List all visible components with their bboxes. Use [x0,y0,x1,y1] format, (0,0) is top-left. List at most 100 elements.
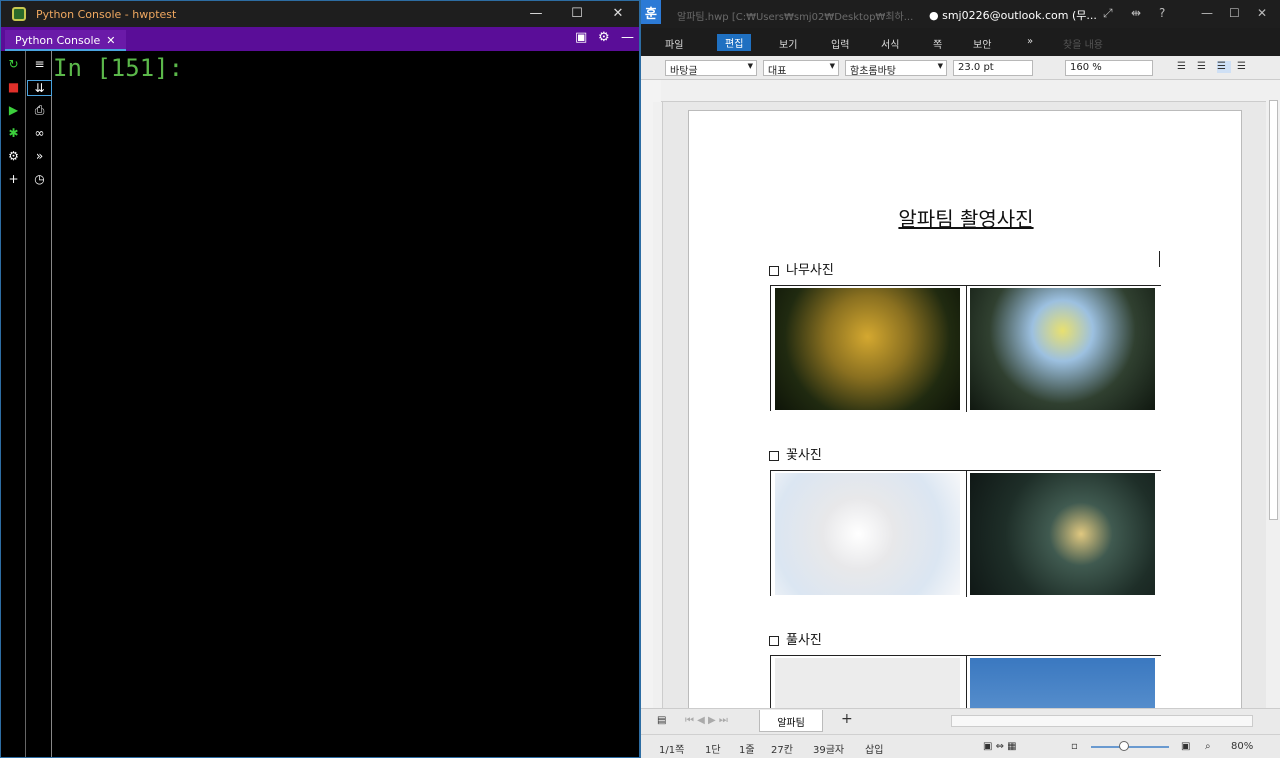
style-select[interactable]: 바탕글 ▼ [665,60,757,77]
zoom-percent[interactable]: 80% [1231,741,1253,752]
debug-icon[interactable]: ✱ [1,126,26,140]
photo-blue-sky [970,658,1155,708]
more-menu-icon[interactable]: » [1027,36,1033,47]
hide-icon[interactable]: — [621,30,634,45]
layout-icon[interactable]: ▣ [575,30,587,45]
scroll-thumb[interactable] [1269,100,1278,520]
align-left-icon[interactable]: ☰ [1197,61,1211,73]
settings-icon[interactable]: ⚙ [1,149,26,163]
font-name-select[interactable]: 함초롬바탕 ▼ [845,60,947,77]
tab-python-console[interactable]: Python Console ✕ [5,30,126,51]
rerun-icon[interactable]: ↻ [1,57,26,71]
minimize-icon[interactable]: — [526,6,546,21]
hwp-titlebar: 훈 알파팀.hwp [C:₩Users₩smj02₩Desktop₩최하... … [641,0,1280,28]
photo-maple-leaves [775,288,960,410]
align-justify-icon[interactable]: ☰ [1177,61,1191,73]
status-mode[interactable]: 삽입 [865,741,883,756]
menu-bar: 파일 편집 보기 입력 서식 쪽 보안 » 찾을 내용 [641,28,1280,56]
tab-nav-icon[interactable]: ⏮ ◀ ▶ ⏭ [685,715,728,726]
maximize-icon[interactable]: ☐ [1229,6,1240,20]
font-name-value: 함초롬바탕 [850,66,896,77]
console-tabbar: Python Console ✕ ▣ ⚙ — [1,27,639,51]
gear-icon[interactable]: ⚙ [598,30,610,45]
history-forward-icon[interactable]: » [27,149,52,163]
section-heading: 꽃사진 [769,444,822,463]
font-size-field[interactable]: 23.0 pt [953,60,1033,76]
document-area: 알파팀 촬영사진 나무사진 꽃사진 풀사진 [663,102,1266,708]
menu-file[interactable]: 파일 [665,36,683,51]
split-icon[interactable]: ⇹ [1131,6,1141,20]
search-field[interactable]: 찾을 내용 [1063,36,1103,51]
tab-close-icon[interactable]: ✕ [106,34,115,47]
document-path: 알파팀.hwp [C:₩Users₩smj02₩Desktop₩최하... [677,12,914,23]
stop-icon[interactable]: ■ [1,80,26,94]
python-console-window: Python Console - hwptest — ☐ ✕ Python Co… [0,0,640,758]
history-clock-icon[interactable]: ◷ [27,172,52,186]
style-value: 바탕글 [670,66,698,77]
status-cell: 27칸 [771,745,793,756]
status-chars: 39글자 [813,745,845,756]
font-lang-value: 대표 [768,66,787,77]
font-lang-select[interactable]: 대표 ▼ [763,60,839,77]
close-icon[interactable]: ✕ [608,6,628,21]
menu-format[interactable]: 서식 [881,36,899,51]
text-cursor-icon [1159,251,1166,267]
print-icon[interactable]: ⎙ [27,103,52,118]
menu-security[interactable]: 보안 [973,36,991,51]
zoom-slider[interactable] [1091,746,1169,748]
section-label: 나무사진 [786,263,834,278]
zoom-slider-thumb[interactable] [1119,741,1129,751]
menu-page[interactable]: 쪽 [933,36,942,51]
sheet-tab[interactable]: 알파팀 [759,710,823,732]
hwp-logo-icon: 훈 [641,0,661,24]
python-console-titlebar: Python Console - hwptest — ☐ ✕ [1,1,639,27]
menu-edit[interactable]: 편집 [717,34,752,51]
photo-daisies [970,473,1155,595]
document-page[interactable]: 알파팀 촬영사진 나무사진 꽃사진 풀사진 [688,110,1242,708]
console-prompt[interactable]: In [151]: [53,54,183,82]
add-icon[interactable]: + [1,172,26,186]
chevron-down-icon: ▼ [747,62,753,70]
photo-white-blossom [775,473,960,595]
font-size-unit: pt [983,62,994,73]
sheet-tabs-bar: ▤ ⏮ ◀ ▶ ⏭ 알파팀 + [641,708,1280,734]
sheet-icon[interactable]: ▤ [657,715,666,726]
cell-divider [966,286,967,412]
horizontal-ruler[interactable] [661,80,1266,102]
horizontal-scrollbar[interactable] [951,715,1253,727]
zoom-in-icon[interactable]: ▣ [1181,741,1190,752]
add-tab-icon[interactable]: + [841,711,853,727]
menu-insert[interactable]: 입력 [831,36,849,51]
align-center-icon[interactable]: ☰ [1217,61,1231,73]
align-right-icon[interactable]: ☰ [1237,61,1251,73]
checkbox-icon [769,450,779,461]
close-icon[interactable]: ✕ [1257,6,1267,20]
section-heading: 나무사진 [769,259,834,278]
scroll-to-end-icon[interactable]: ⇊ [27,80,52,96]
view-mode-icon[interactable]: ▣ ⇔ ▦ [983,741,1017,752]
section-label: 꽃사진 [786,448,822,463]
show-variables-icon[interactable]: ∞ [27,126,52,140]
console-left-toolbar: ↻ ■ ▶ ✱ ⚙ + [1,51,26,757]
section-label: 풀사진 [786,633,822,648]
magnifier-icon[interactable]: ⌕ [1205,741,1211,752]
maximize-icon[interactable]: ☐ [567,6,587,21]
window-title: Python Console - hwptest [36,8,177,21]
account-email: smj0226@outlook.com (무... [942,9,1097,22]
help-icon[interactable]: ? [1159,6,1165,20]
vertical-scrollbar[interactable] [1266,80,1280,708]
account-label[interactable]: ● smj0226@outlook.com (무... [929,7,1097,23]
cell-divider [966,656,967,708]
soft-wrap-icon[interactable]: ≡ [27,57,52,71]
zoom-field[interactable]: 160 % [1065,60,1153,76]
zoom-unit: % [1092,62,1102,73]
photo-grass [775,658,960,708]
menu-view[interactable]: 보기 [779,36,797,51]
minimize-icon[interactable]: — [1201,6,1213,20]
fullscreen-icon[interactable]: ⤢ [1103,6,1113,21]
zoom-out-icon[interactable]: ▫ [1071,741,1078,752]
section-heading: 풀사진 [769,629,822,648]
vertical-ruler[interactable] [653,102,663,708]
chevron-down-icon: ▼ [829,62,835,70]
run-icon[interactable]: ▶ [1,103,26,117]
